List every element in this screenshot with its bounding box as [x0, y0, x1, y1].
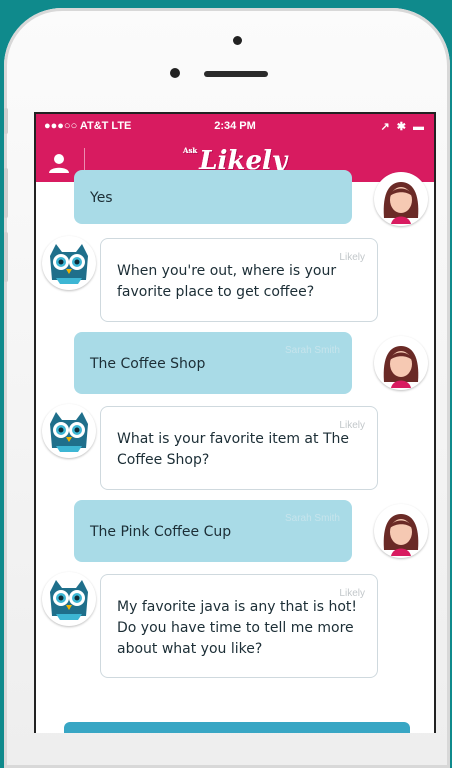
chat-bubble-user: Yes — [74, 170, 352, 224]
owl-avatar-icon — [44, 574, 94, 624]
owl-avatar-icon — [44, 238, 94, 288]
message-text: When you're out, where is your favorite … — [117, 263, 337, 300]
earpiece-speaker — [204, 71, 268, 77]
status-time: 2:34 PM — [214, 120, 256, 132]
app-screen: ●●●○○ AT&T LTE 2:34 PM ↗ ✱ ▬ AskLikely Y… — [34, 112, 436, 733]
message-text: What is your favorite item at The Coffee… — [117, 431, 349, 468]
message-text: My favorite java is any that is hot! Do … — [117, 599, 358, 657]
woman-avatar-icon — [376, 506, 426, 556]
side-button — [4, 108, 8, 134]
logo-small: Ask — [183, 146, 198, 155]
status-indicators: ↗ ✱ ▬ — [380, 121, 426, 133]
owl-avatar-icon — [44, 406, 94, 456]
message-text: The Pink Coffee Cup — [90, 524, 232, 540]
chat-thread[interactable]: Yes Likely When you're out, where is you… — [36, 170, 434, 733]
side-button — [4, 168, 8, 218]
chat-bubble-bot: Likely When you're out, where is your fa… — [100, 238, 378, 322]
user-avatar — [374, 172, 428, 226]
message-text: Yes — [90, 190, 113, 206]
reply-button[interactable] — [64, 722, 410, 733]
user-avatar — [374, 504, 428, 558]
chat-bubble-bot: Likely My favorite java is any that is h… — [100, 574, 378, 678]
side-button — [4, 232, 8, 282]
status-bar: ●●●○○ AT&T LTE 2:34 PM ↗ ✱ ▬ — [36, 120, 434, 136]
chat-bubble-bot: Likely What is your favorite item at The… — [100, 406, 378, 490]
sensor — [170, 68, 180, 78]
bot-avatar — [42, 404, 96, 458]
front-camera — [233, 36, 242, 45]
user-avatar — [374, 336, 428, 390]
woman-avatar-icon — [376, 338, 426, 388]
chat-bubble-user: Sarah Smith The Coffee Shop — [74, 332, 352, 394]
bot-avatar — [42, 236, 96, 290]
woman-avatar-icon — [376, 174, 426, 224]
chat-bubble-user: Sarah Smith The Pink Coffee Cup — [74, 500, 352, 562]
bot-avatar — [42, 572, 96, 626]
message-text: The Coffee Shop — [90, 356, 206, 372]
